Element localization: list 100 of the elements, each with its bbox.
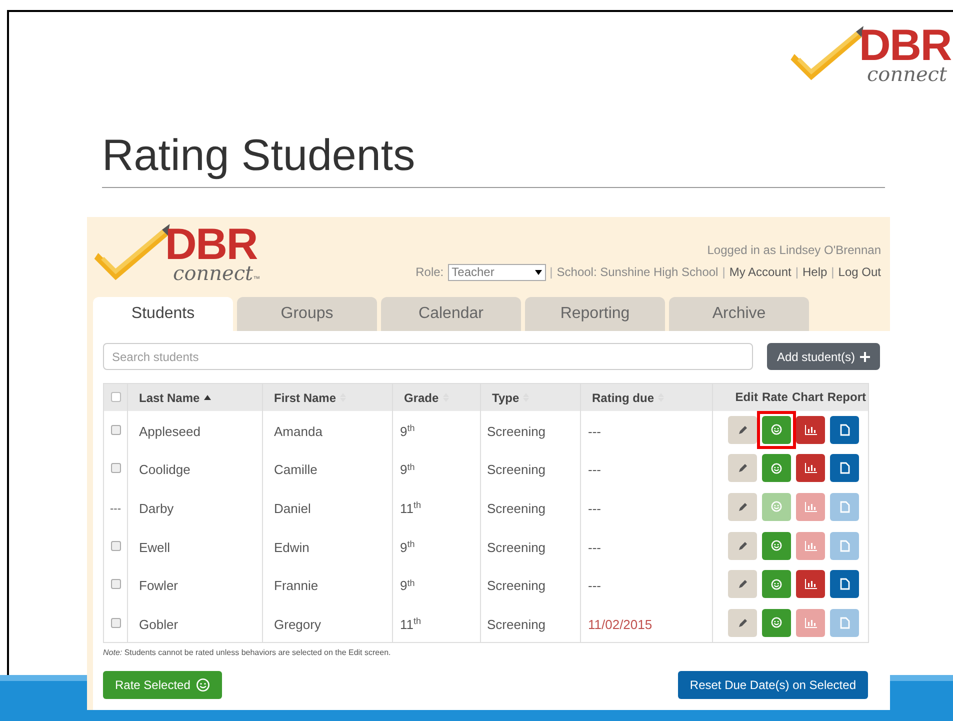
edit-button[interactable]	[728, 532, 757, 560]
table-cell: Screening	[487, 424, 546, 438]
chart-button[interactable]	[796, 416, 825, 444]
separator: |	[550, 264, 553, 281]
edit-button[interactable]	[728, 608, 757, 637]
plus-icon	[860, 352, 870, 362]
pencil-icon	[738, 463, 748, 474]
table-cell: Fowler	[139, 578, 178, 594]
document-icon	[840, 500, 850, 513]
column-header: Edit	[735, 389, 758, 406]
row-checkbox[interactable]	[110, 424, 120, 434]
table-cell: ---	[588, 462, 601, 478]
smiley-icon	[771, 424, 782, 435]
report-button[interactable]	[830, 416, 859, 444]
column-header: Chart	[792, 389, 824, 406]
reset-due-dates-button[interactable]: Reset Due Date(s) on Selected	[678, 671, 868, 700]
row-checkbox[interactable]	[110, 463, 120, 474]
tab[interactable]: Archive	[669, 297, 809, 331]
role-dropdown[interactable]: Teacher	[448, 264, 546, 280]
document-icon	[840, 578, 850, 590]
table-cell: Coolidge	[139, 462, 190, 478]
table-cell: ---	[588, 578, 601, 594]
no-checkbox-mark: ---	[110, 502, 121, 515]
table-cell: Appleseed	[139, 424, 200, 438]
document-icon	[840, 462, 850, 474]
rate-selected-button[interactable]: Rate Selected	[103, 671, 222, 700]
table-cell: 11$^{th}$	[400, 500, 422, 516]
table-cell: ---	[588, 540, 601, 555]
table-cell: Darby	[139, 500, 174, 516]
rate-button[interactable]	[762, 570, 791, 598]
table-cell: Gobler	[139, 616, 178, 632]
document-icon	[840, 540, 850, 552]
pencil-icon	[738, 502, 748, 512]
table-cell: Screening	[487, 578, 546, 594]
smiley-icon	[771, 617, 782, 628]
document-icon	[840, 424, 850, 436]
rate-button[interactable]	[762, 454, 791, 482]
tab[interactable]: Calendar	[381, 297, 521, 331]
table-cell: Screening	[487, 616, 546, 632]
table-cell: Screening	[487, 540, 546, 555]
edit-button[interactable]	[728, 570, 757, 598]
row-checkbox[interactable]	[110, 579, 120, 590]
rate-button[interactable]	[762, 608, 791, 637]
separator: |	[831, 264, 834, 281]
note-text: Note: Students cannot be rated unless behaviors are selected on the Edit screen.	[103, 647, 392, 660]
pencil-icon	[738, 540, 748, 551]
bar-chart-icon	[804, 424, 816, 434]
bar-chart-icon	[804, 579, 816, 590]
tab[interactable]: Groups	[237, 297, 377, 331]
table-cell: Daniel	[274, 500, 311, 516]
bar-chart-icon	[804, 540, 816, 551]
row-checkbox[interactable]	[110, 618, 120, 628]
column-header[interactable]: Last Name	[139, 388, 211, 406]
column-header[interactable]: Grade	[404, 388, 449, 406]
school-label: School: Sunshine High School	[556, 264, 718, 281]
slide-title: Rating Students	[102, 130, 416, 182]
report-button[interactable]	[830, 454, 859, 482]
chart-button[interactable]	[796, 454, 825, 482]
header-link[interactable]: Help	[802, 263, 828, 281]
chart-button[interactable]	[796, 570, 825, 598]
tab[interactable]: Reporting	[525, 297, 665, 331]
column-header[interactable]: Rating due	[592, 388, 664, 406]
table-cell: ---	[588, 500, 601, 516]
header-link[interactable]: My Account	[729, 263, 792, 281]
table-cell: Gregory	[274, 616, 321, 632]
tab[interactable]: Students	[93, 297, 233, 331]
table-cell: 9$^{th}$	[400, 540, 415, 555]
pencil-icon	[738, 424, 748, 434]
pencil-icon	[738, 618, 748, 628]
bar-chart-icon	[804, 618, 816, 628]
smiley-icon	[771, 501, 782, 512]
column-header[interactable]: Type	[492, 388, 530, 406]
table-cell: 11/02/2015	[588, 616, 652, 632]
table-cell: Edwin	[274, 540, 310, 555]
table-cell: 11$^{th}$	[400, 616, 422, 632]
rate-button[interactable]	[762, 532, 791, 560]
add-students-button[interactable]: Add student(s)	[766, 343, 880, 370]
table-cell: Amanda	[274, 424, 322, 438]
bar-chart-icon	[804, 463, 816, 474]
report-button[interactable]	[830, 570, 859, 598]
edit-button[interactable]	[728, 416, 757, 444]
rate-button[interactable]	[762, 416, 791, 444]
edit-button[interactable]	[728, 492, 757, 521]
table-cell: Frannie	[274, 578, 318, 594]
header-link[interactable]: Log Out	[838, 263, 881, 281]
row-checkbox[interactable]	[110, 540, 120, 551]
column-header: Report	[827, 389, 866, 406]
column-header[interactable]: First Name	[274, 388, 346, 406]
bar-chart-icon	[804, 502, 816, 512]
separator: |	[722, 264, 726, 281]
role-label: Role:	[416, 264, 444, 281]
table-cell: Screening	[487, 462, 546, 478]
table-cell: Screening	[487, 500, 546, 516]
table-cell: 9$^{th}$	[400, 578, 415, 594]
edit-button[interactable]	[728, 454, 757, 482]
select-all-checkbox[interactable]	[110, 392, 120, 402]
search-field[interactable]: Search students	[103, 343, 753, 370]
separator: |	[795, 264, 798, 281]
smiley-icon	[771, 462, 782, 474]
document-icon	[840, 616, 850, 629]
